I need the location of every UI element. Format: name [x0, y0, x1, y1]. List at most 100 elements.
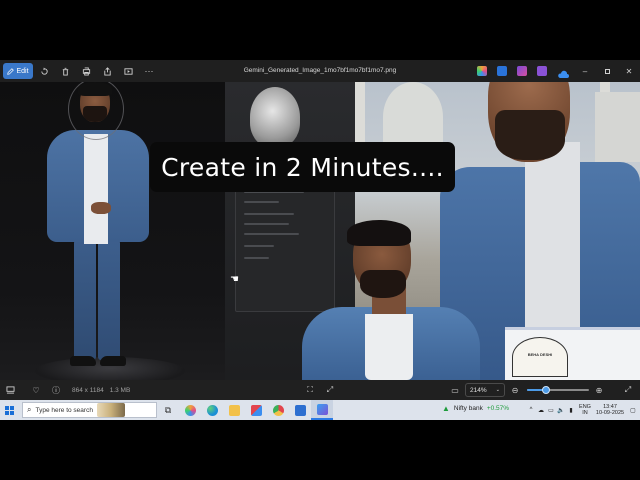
panel-line [244, 245, 274, 247]
headline-text: Create in 2 Minutes.... [161, 152, 444, 182]
chrome-icon [272, 404, 284, 416]
taskbar-file-explorer[interactable] [223, 400, 245, 420]
clock-date: 10-09-2025 [595, 410, 625, 416]
share-icon [103, 66, 111, 76]
edit-label: Edit [16, 67, 29, 75]
widget-value: +0.57% [486, 405, 510, 412]
more-button[interactable]: ··· [139, 63, 159, 79]
panel-line [244, 233, 299, 235]
panel-line [244, 213, 294, 215]
zoom-slider[interactable] [527, 386, 589, 394]
edit-button[interactable]: Edit [3, 63, 33, 79]
favorite-button[interactable]: ♡ [26, 382, 46, 398]
figure-left-leg [74, 240, 96, 360]
fullscreen-button[interactable]: ⤢ [618, 382, 638, 398]
letterbox-top [0, 0, 640, 60]
zoom-out-button[interactable]: ⊖ [505, 382, 525, 398]
system-tray: ^ ☁ ▭ 🔈 ▮ ENG IN 13:47 10-09-2025 ▢ [526, 400, 640, 420]
rotate-button[interactable] [34, 63, 54, 79]
notification-icon[interactable]: ▢ [626, 407, 640, 414]
taskbar-chrome[interactable] [267, 400, 289, 420]
taskbar-search[interactable]: ⌕ Type here to search [22, 402, 157, 418]
stock-widget[interactable]: ▲ Nifty bank +0.57% [442, 404, 509, 413]
folder-icon [228, 404, 240, 416]
volume-icon[interactable]: 🔈 [556, 407, 566, 414]
brand-seal [512, 337, 568, 377]
crop-view-button[interactable]: ⤢ [320, 382, 340, 398]
zoom-in-button[interactable]: ⊕ [589, 382, 609, 398]
pencil-icon [7, 67, 15, 75]
close-button[interactable]: ✕ [618, 63, 640, 79]
maximize-icon [604, 68, 610, 74]
zoom-dropdown[interactable]: 214% ⌄ [465, 383, 505, 397]
onedrive-icon[interactable] [557, 66, 569, 78]
copilot-icon[interactable] [477, 66, 487, 76]
clock[interactable]: 13:47 10-09-2025 [594, 404, 626, 416]
search-icon: ⌕ [27, 405, 32, 414]
rotate-icon [40, 67, 48, 75]
panel-line [244, 201, 279, 203]
taskbar-store[interactable] [245, 400, 267, 420]
more-icon: ··· [144, 66, 154, 76]
figure-right-shoe [100, 356, 126, 366]
slideshow-button[interactable] [118, 63, 138, 79]
chevron-up-icon[interactable]: ^ [526, 407, 536, 413]
hand-cursor-icon: ☚ [230, 274, 239, 285]
task-view-icon: ⧉ [164, 404, 172, 415]
hair-center [347, 220, 411, 246]
drive-icon[interactable]: ▭ [546, 407, 556, 414]
delete-button[interactable] [55, 63, 75, 79]
slideshow-icon [123, 67, 133, 75]
taskbar-photos[interactable] [311, 400, 333, 420]
beard-center [360, 270, 406, 298]
cloud-icon[interactable]: ☁ [536, 407, 546, 414]
filmstrip-icon [6, 386, 14, 394]
maximize-button[interactable] [596, 63, 618, 79]
photos-icon [316, 403, 328, 415]
close-icon: ✕ [625, 66, 633, 76]
print-button[interactable] [76, 63, 96, 79]
zoom-slider-thumb[interactable] [541, 386, 550, 394]
panel-line [244, 257, 269, 259]
monument-wall [595, 92, 640, 162]
heart-icon: ♡ [32, 385, 40, 395]
share-button[interactable] [97, 63, 117, 79]
fit-button[interactable]: ⛶ [300, 382, 320, 398]
taskbar-app-blue[interactable] [289, 400, 311, 420]
chevron-down-icon: ⌄ [495, 387, 500, 393]
minimize-button[interactable]: – [574, 63, 596, 79]
fit-icon: ⛶ [307, 385, 313, 394]
panel-line [244, 223, 289, 225]
letterbox-bottom [0, 420, 640, 480]
brand-seal-text: BEHA DESHI [527, 352, 553, 357]
taskbar-edge[interactable] [201, 400, 223, 420]
figure-hands [91, 202, 111, 214]
figure-left-shoe [70, 356, 96, 366]
filmstrip-button[interactable] [0, 382, 20, 398]
start-button[interactable] [0, 400, 18, 420]
fullscreen-icon: ⤢ [624, 385, 632, 394]
designer-icon[interactable] [497, 66, 507, 76]
image-canvas[interactable]: BEHA DESHI Create in 2 Minutes.... ☚ [0, 82, 640, 380]
clipchamp-icon[interactable] [517, 66, 527, 76]
figure-right-leg [98, 240, 120, 360]
zoom-value: 214% [470, 386, 487, 394]
actual-size-button[interactable]: ▭ [445, 382, 465, 398]
widget-name: Nifty bank [453, 405, 483, 412]
cloud-icon [558, 70, 569, 78]
taskbar-copilot[interactable] [179, 400, 201, 420]
battery-icon[interactable]: ▮ [566, 407, 576, 414]
info-button[interactable]: ⓘ [46, 382, 66, 398]
zoom-in-icon: ⊕ [595, 385, 603, 395]
print-icon [82, 66, 90, 76]
app-icon [294, 404, 306, 416]
toolbar: Edit ··· Gemini_Generated_Image_1mo7bf1m… [0, 60, 640, 82]
language-indicator[interactable]: ENG IN [576, 404, 594, 416]
search-placeholder: Type here to search [35, 406, 93, 414]
figure-shirt [84, 134, 108, 244]
task-view-button[interactable]: ⧉ [157, 400, 179, 420]
store-icon [250, 404, 262, 416]
taskbar: ⌕ Type here to search ⧉ ▲ Nifty bank +0.… [0, 400, 640, 420]
photos-edit-icon[interactable] [537, 66, 547, 76]
delete-icon [62, 67, 68, 76]
